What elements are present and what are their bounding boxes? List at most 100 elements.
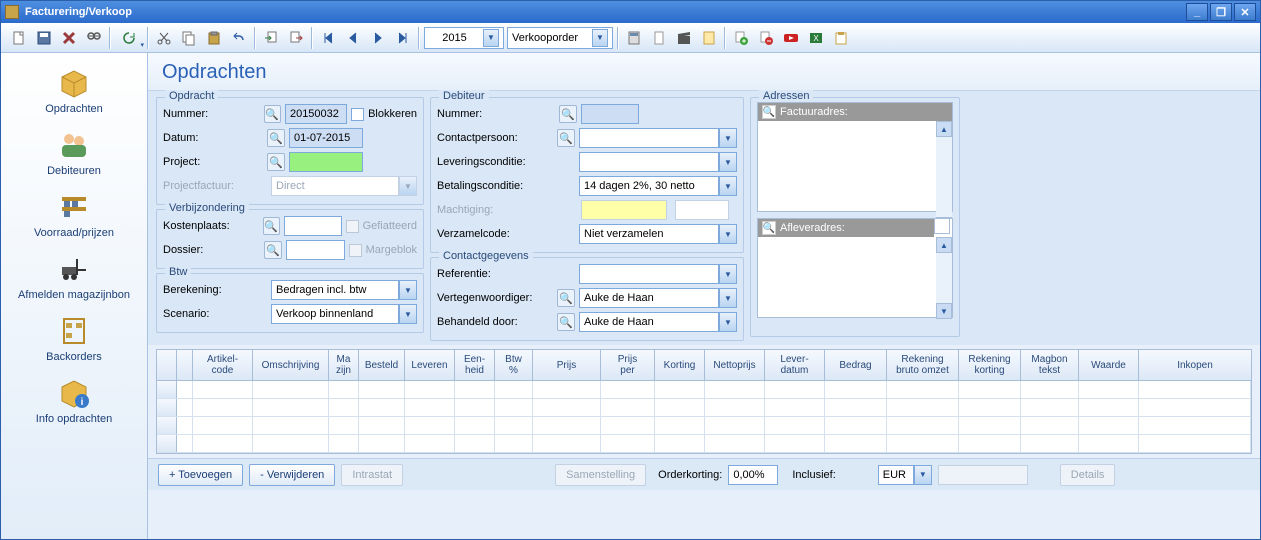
- grid-col[interactable]: Waarde: [1079, 350, 1139, 380]
- project-input[interactable]: [289, 152, 363, 172]
- datum-input[interactable]: 01-07-2015: [289, 128, 363, 148]
- grid-col[interactable]: Rekening korting: [959, 350, 1021, 380]
- scroll-up-icon[interactable]: ▲: [936, 237, 952, 253]
- chevron-down-icon[interactable]: ▼: [719, 264, 737, 284]
- grid-col[interactable]: Nettoprijs: [705, 350, 765, 380]
- behandeld-select[interactable]: Auke de Haan▼: [579, 312, 737, 332]
- dossier-input[interactable]: [286, 240, 345, 260]
- grid-col[interactable]: Btw %: [495, 350, 533, 380]
- verzamel-select[interactable]: Niet verzamelen▼: [579, 224, 737, 244]
- calculator-icon[interactable]: [622, 26, 646, 50]
- lookup-icon[interactable]: 🔍: [762, 105, 776, 119]
- ordertype-select[interactable]: Verkooporder▼: [507, 27, 613, 49]
- add-doc-icon[interactable]: [729, 26, 753, 50]
- table-row[interactable]: [157, 381, 1251, 399]
- verwijderen-button[interactable]: - Verwijderen: [249, 464, 335, 486]
- lookup-icon[interactable]: 🔍: [559, 105, 577, 123]
- chevron-down-icon[interactable]: ▼: [719, 312, 737, 332]
- scroll-up-icon[interactable]: ▲: [936, 121, 952, 137]
- undo-icon[interactable]: [227, 26, 251, 50]
- chevron-down-icon[interactable]: ▼: [719, 152, 737, 172]
- blokkeren-checkbox[interactable]: Blokkeren: [351, 108, 417, 121]
- paste-icon[interactable]: [202, 26, 226, 50]
- chevron-down-icon[interactable]: ▼: [719, 224, 737, 244]
- chevron-down-icon[interactable]: ▼: [592, 29, 608, 47]
- grid-col[interactable]: Prijs: [533, 350, 601, 380]
- chevron-down-icon[interactable]: ▼: [719, 128, 737, 148]
- grid-col[interactable]: Lever- datum: [765, 350, 825, 380]
- grid-col[interactable]: Rekening bruto omzet: [887, 350, 959, 380]
- kostenplaats-input[interactable]: [284, 216, 342, 236]
- remove-doc-icon[interactable]: [754, 26, 778, 50]
- minimize-button[interactable]: _: [1186, 3, 1208, 21]
- delete-icon[interactable]: [57, 26, 81, 50]
- chevron-down-icon[interactable]: ▼: [399, 304, 417, 324]
- table-row[interactable]: [157, 417, 1251, 435]
- search-icon[interactable]: [82, 26, 106, 50]
- lookup-icon[interactable]: 🔍: [557, 289, 575, 307]
- table-row[interactable]: [157, 435, 1251, 453]
- lookup-icon[interactable]: 🔍: [263, 217, 280, 235]
- new-address-icon[interactable]: [934, 218, 950, 234]
- export-icon[interactable]: [284, 26, 308, 50]
- lookup-icon[interactable]: 🔍: [267, 153, 285, 171]
- clapper-icon[interactable]: [672, 26, 696, 50]
- lookup-icon[interactable]: 🔍: [267, 129, 285, 147]
- scenario-select[interactable]: Verkoop binnenland▼: [271, 304, 417, 324]
- excel-icon[interactable]: X: [804, 26, 828, 50]
- lookup-icon[interactable]: 🔍: [557, 313, 575, 331]
- chevron-down-icon[interactable]: ▼: [719, 288, 737, 308]
- copy-icon[interactable]: [177, 26, 201, 50]
- document-icon[interactable]: [647, 26, 671, 50]
- grid-col[interactable]: Leveren: [405, 350, 455, 380]
- betcond-select[interactable]: 14 dagen 2%, 30 netto▼: [579, 176, 737, 196]
- chevron-down-icon[interactable]: ▼: [483, 29, 499, 47]
- sidebar-item-afmelden[interactable]: Afmelden magazijnbon: [4, 249, 144, 305]
- next-icon[interactable]: [366, 26, 390, 50]
- youtube-icon[interactable]: [779, 26, 803, 50]
- import-icon[interactable]: [259, 26, 283, 50]
- currency-select[interactable]: EUR▼: [878, 465, 932, 485]
- last-icon[interactable]: [391, 26, 415, 50]
- clipboard-icon[interactable]: [829, 26, 853, 50]
- grid-col[interactable]: Korting: [655, 350, 705, 380]
- grid-col[interactable]: [177, 350, 193, 380]
- save-icon[interactable]: [32, 26, 56, 50]
- chevron-down-icon[interactable]: ▼: [914, 465, 932, 485]
- table-row[interactable]: [157, 399, 1251, 417]
- lookup-icon[interactable]: 🔍: [557, 129, 575, 147]
- sidebar-item-opdrachten[interactable]: Opdrachten: [4, 63, 144, 119]
- new-icon[interactable]: [7, 26, 31, 50]
- first-icon[interactable]: [316, 26, 340, 50]
- grid-col[interactable]: Een- heid: [455, 350, 495, 380]
- grid-col[interactable]: Inkopen: [1139, 350, 1251, 380]
- vertegenwoordiger-select[interactable]: Auke de Haan▼: [579, 288, 737, 308]
- grid-col[interactable]: Magbon tekst: [1021, 350, 1079, 380]
- cut-icon[interactable]: [152, 26, 176, 50]
- maximize-button[interactable]: ❐: [1210, 3, 1232, 21]
- lookup-icon[interactable]: 🔍: [264, 105, 281, 123]
- grid-col[interactable]: Besteld: [359, 350, 405, 380]
- grid-col[interactable]: Prijs per: [601, 350, 655, 380]
- close-button[interactable]: ✕: [1234, 3, 1256, 21]
- referentie-select[interactable]: ▼: [579, 264, 737, 284]
- debnummer-input[interactable]: [581, 104, 639, 124]
- notes-icon[interactable]: [697, 26, 721, 50]
- sidebar-item-backorders[interactable]: Backorders: [4, 311, 144, 367]
- sidebar-item-voorraad[interactable]: Voorraad/prijzen: [4, 187, 144, 243]
- lookup-icon[interactable]: 🔍: [762, 221, 776, 235]
- grid-col[interactable]: Omschrijving: [253, 350, 329, 380]
- orderkorting-input[interactable]: 0,00%: [728, 465, 778, 485]
- toevoegen-button[interactable]: + Toevoegen: [158, 464, 243, 486]
- sidebar-item-debiteuren[interactable]: Debiteuren: [4, 125, 144, 181]
- nummer-input[interactable]: 20150032: [285, 104, 347, 124]
- chevron-down-icon[interactable]: ▼: [719, 176, 737, 196]
- levcond-select[interactable]: ▼: [579, 152, 737, 172]
- year-select[interactable]: 2015▼: [424, 27, 504, 49]
- chevron-down-icon[interactable]: ▼: [399, 280, 417, 300]
- lookup-icon[interactable]: 🔍: [264, 241, 282, 259]
- prev-icon[interactable]: [341, 26, 365, 50]
- grid-col[interactable]: Ma zijn: [329, 350, 359, 380]
- sidebar-item-info[interactable]: i Info opdrachten: [4, 373, 144, 429]
- refresh-icon[interactable]: ▾: [114, 26, 144, 50]
